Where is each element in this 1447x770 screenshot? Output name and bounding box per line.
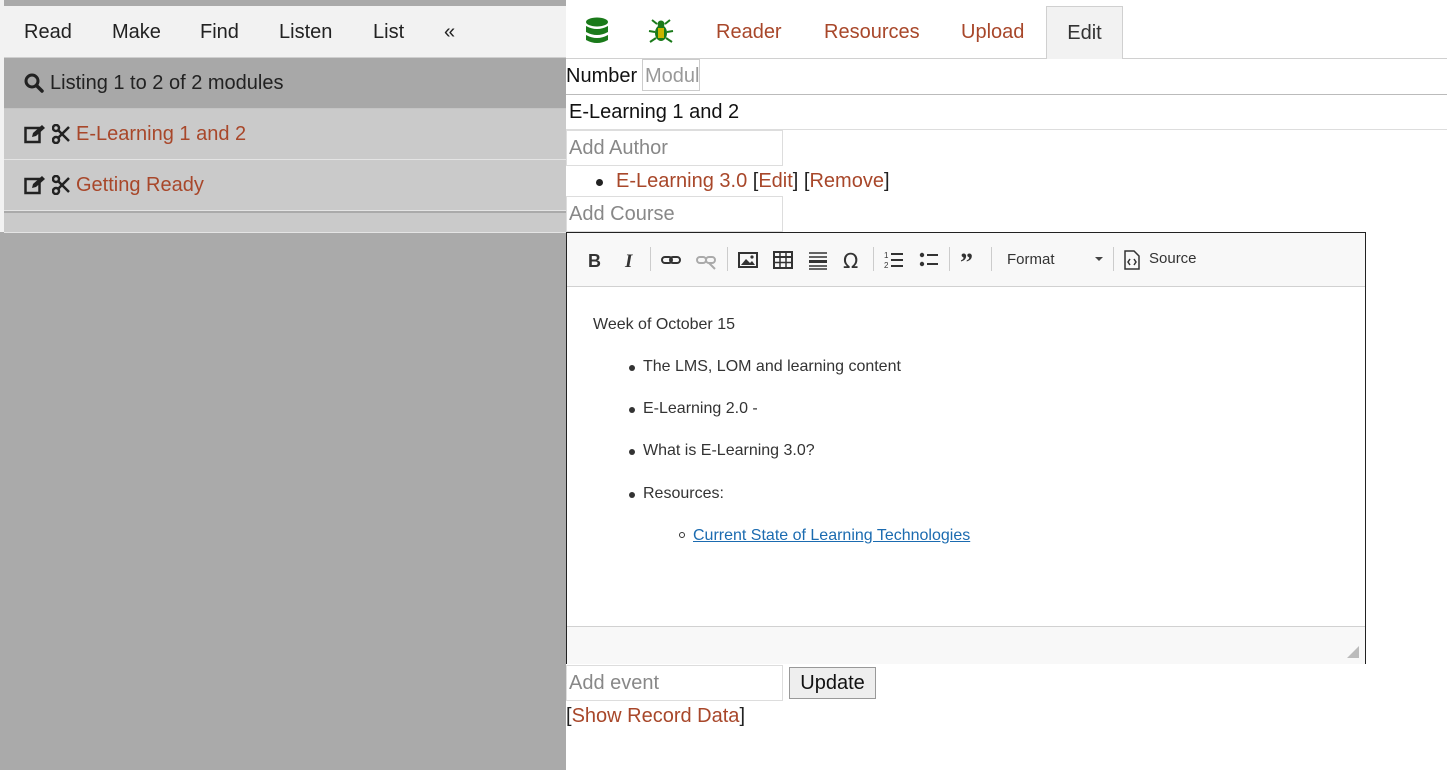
- number-placeholder: Modul: [645, 65, 700, 87]
- content-list-item: The LMS, LOM and learning content: [629, 358, 901, 376]
- scissors-icon[interactable]: [52, 124, 70, 144]
- numbered-list-icon[interactable]: 12: [883, 249, 905, 271]
- number-input[interactable]: Modul: [642, 59, 700, 91]
- tab-bar: Reader Resources Upload Edit: [566, 6, 1447, 59]
- svg-text:2: 2: [884, 261, 889, 270]
- editor-statusbar: [567, 626, 1365, 664]
- chevron-down-icon: [1095, 257, 1103, 261]
- source-icon[interactable]: [1123, 250, 1141, 270]
- rich-text-editor: B I Ω 12 ” Format Source Week of October…: [566, 232, 1366, 664]
- add-course-input[interactable]: Add Course: [566, 196, 783, 232]
- unlink-icon[interactable]: [695, 249, 717, 271]
- number-label: Number: [566, 65, 638, 87]
- nav-make[interactable]: Make: [112, 21, 161, 44]
- scissors-icon[interactable]: [52, 175, 70, 195]
- source-button[interactable]: Source: [1149, 250, 1197, 267]
- toolbar-separator: [650, 247, 651, 271]
- module-link[interactable]: E-Learning 1 and 2: [76, 123, 246, 146]
- nav-find[interactable]: Find: [200, 21, 239, 44]
- author-remove-link[interactable]: Remove: [809, 170, 883, 192]
- tab-reader[interactable]: Reader: [716, 21, 782, 44]
- show-record-line: [Show Record Data]: [566, 705, 745, 727]
- bullet: [629, 365, 635, 371]
- content-list-item: E-Learning 2.0 -: [629, 400, 758, 418]
- tab-upload[interactable]: Upload: [961, 21, 1024, 44]
- list-item: E-Learning 1 and 2: [4, 109, 566, 160]
- edit-icon[interactable]: [24, 175, 46, 195]
- bullet: [629, 407, 635, 413]
- edit-icon[interactable]: [24, 124, 46, 144]
- svg-text:”: ”: [960, 249, 973, 271]
- content-item-text: What is E-Learning 3.0?: [643, 442, 815, 459]
- content-item-text: Resources:: [643, 485, 724, 502]
- nav-read[interactable]: Read: [24, 21, 72, 44]
- resize-handle-icon[interactable]: [1347, 646, 1359, 658]
- collapse-button[interactable]: «: [444, 21, 455, 44]
- toolbar-separator: [727, 247, 728, 271]
- list-spacer: [4, 213, 566, 233]
- content-list-item: What is E-Learning 3.0?: [629, 442, 815, 460]
- toolbar-separator: [1113, 247, 1114, 271]
- link-icon[interactable]: [660, 249, 682, 271]
- nav-list[interactable]: List: [373, 21, 404, 44]
- title-input[interactable]: E-Learning 1 and 2: [566, 94, 1447, 130]
- svg-text:Ω: Ω: [843, 249, 858, 271]
- content-sublist-item: Current State of Learning Technologies: [679, 527, 970, 545]
- svg-text:1: 1: [884, 251, 889, 260]
- bullet: [629, 449, 635, 455]
- circle-bullet: [679, 532, 685, 538]
- svg-text:B: B: [588, 251, 601, 271]
- content-list-item: Resources:: [629, 485, 724, 503]
- editor-toolbar: B I Ω 12 ” Format Source: [567, 233, 1365, 287]
- format-dropdown[interactable]: Format: [1007, 251, 1055, 268]
- bug-icon[interactable]: [648, 18, 674, 46]
- listing-header: Listing 1 to 2 of 2 modules: [4, 58, 566, 109]
- add-author-input[interactable]: Add Author: [566, 130, 783, 166]
- italic-icon[interactable]: I: [619, 249, 641, 271]
- content-item-text: E-Learning 2.0 -: [643, 400, 758, 417]
- toolbar-separator: [949, 247, 950, 271]
- blockquote-icon[interactable]: ”: [959, 249, 981, 271]
- search-icon: [24, 73, 44, 93]
- toolbar-separator: [991, 247, 992, 271]
- author-entry: E-Learning 3.0 [Edit] [Remove]: [616, 170, 890, 192]
- content-item-text: The LMS, LOM and learning content: [643, 358, 901, 375]
- content-heading: Week of October 15: [593, 316, 735, 333]
- tab-edit[interactable]: Edit: [1046, 6, 1123, 59]
- bullet: [596, 179, 603, 186]
- nav-listen[interactable]: Listen: [279, 21, 332, 44]
- bullet: [629, 492, 635, 498]
- image-icon[interactable]: [737, 249, 759, 271]
- svg-text:I: I: [624, 251, 633, 271]
- tab-resources[interactable]: Resources: [824, 21, 920, 44]
- show-record-link[interactable]: Show Record Data: [572, 705, 740, 727]
- left-panel: Read Make Find Listen List « Listing 1 t…: [0, 0, 566, 770]
- author-link[interactable]: E-Learning 3.0: [616, 170, 747, 192]
- bulleted-list-icon[interactable]: [918, 249, 940, 271]
- table-icon[interactable]: [772, 249, 794, 271]
- bold-icon[interactable]: B: [585, 249, 607, 271]
- database-icon[interactable]: [585, 17, 609, 45]
- editor-content[interactable]: Week of October 15 The LMS, LOM and lear…: [567, 287, 1365, 626]
- toolbar-separator: [873, 247, 874, 271]
- main-nav: Read Make Find Listen List «: [4, 6, 566, 58]
- update-button[interactable]: Update: [789, 667, 876, 699]
- special-char-icon[interactable]: Ω: [842, 249, 864, 271]
- horizontal-line-icon[interactable]: [807, 249, 829, 271]
- module-link[interactable]: Getting Ready: [76, 174, 204, 197]
- author-edit-link[interactable]: Edit: [758, 170, 792, 192]
- right-panel: Reader Resources Upload Edit Number Modu…: [566, 0, 1447, 770]
- list-item: Getting Ready: [4, 160, 566, 211]
- listing-text: Listing 1 to 2 of 2 modules: [50, 72, 284, 94]
- resource-link[interactable]: Current State of Learning Technologies: [693, 527, 970, 544]
- add-event-input[interactable]: Add event: [566, 665, 783, 701]
